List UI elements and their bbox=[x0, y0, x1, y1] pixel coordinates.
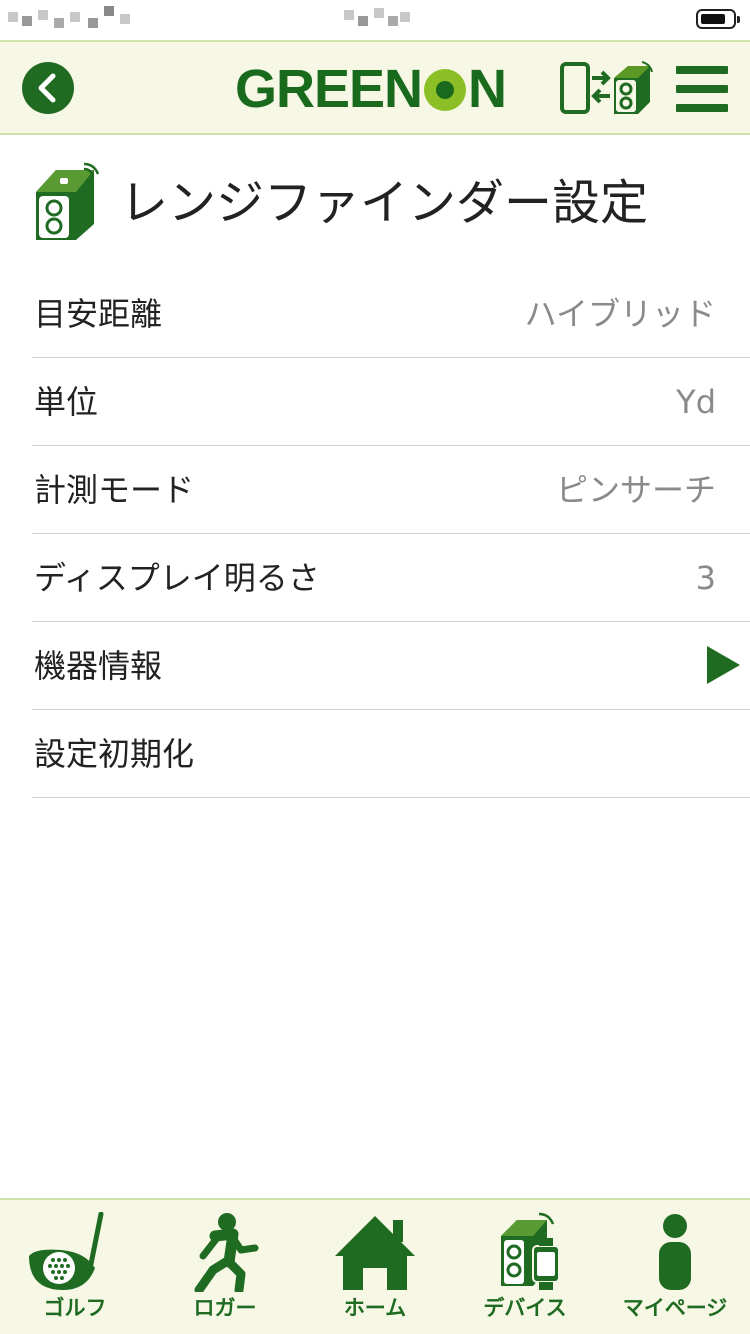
setting-row-unit[interactable]: 単位 Yd bbox=[32, 358, 750, 446]
chevron-left-icon bbox=[38, 73, 56, 103]
tab-mypage[interactable]: マイページ bbox=[600, 1200, 750, 1334]
tab-logger[interactable]: ロガー bbox=[150, 1200, 300, 1334]
setting-label: 計測モード bbox=[34, 471, 195, 509]
carrier-signal-pixelated bbox=[8, 6, 133, 30]
device-sync-button[interactable] bbox=[558, 60, 654, 118]
tab-label: ホーム bbox=[343, 1296, 407, 1320]
setting-label: 目安距離 bbox=[34, 295, 163, 333]
tab-label: マイページ bbox=[622, 1296, 728, 1320]
setting-value: 3 bbox=[695, 559, 716, 597]
golf-club-icon bbox=[29, 1212, 104, 1290]
menu-bar-icon bbox=[676, 104, 728, 112]
setting-value: ピンサーチ bbox=[555, 471, 716, 509]
tab-label: ゴルフ bbox=[43, 1296, 107, 1320]
menu-bar-icon bbox=[676, 66, 728, 74]
tab-home[interactable]: ホーム bbox=[300, 1200, 450, 1334]
setting-row-distance-guide[interactable]: 目安距離 ハイブリッド bbox=[32, 270, 750, 358]
greenon-logo: GREEN N bbox=[235, 60, 507, 118]
nav-bar: GREEN N bbox=[0, 40, 750, 135]
tab-label: デバイス bbox=[483, 1296, 567, 1320]
home-icon bbox=[335, 1216, 415, 1290]
setting-row-device-info[interactable]: 機器情報 bbox=[32, 622, 750, 710]
setting-value: Yd bbox=[676, 383, 716, 421]
tab-bar: ゴルフ ロガー ホーム デバイス マイページ bbox=[0, 1198, 750, 1334]
hamburger-menu-button[interactable] bbox=[676, 66, 728, 112]
page-title: レンジファインダー設定 bbox=[120, 175, 649, 231]
setting-label: 機器情報 bbox=[34, 647, 163, 685]
runner-icon bbox=[194, 1213, 259, 1292]
person-icon bbox=[659, 1214, 691, 1290]
setting-label: ディスプレイ明るさ bbox=[34, 559, 320, 597]
page-header: レンジファインダー設定 bbox=[0, 135, 750, 265]
tab-device[interactable]: デバイス bbox=[450, 1200, 600, 1334]
rangefinder-icon bbox=[36, 162, 100, 240]
menu-bar-icon bbox=[676, 85, 728, 93]
tab-label: ロガー bbox=[193, 1296, 257, 1320]
setting-row-display-brightness[interactable]: ディスプレイ明るさ 3 bbox=[32, 534, 750, 622]
logo-o-ring bbox=[424, 69, 467, 111]
status-bar bbox=[0, 0, 750, 40]
setting-row-measure-mode[interactable]: 計測モード ピンサーチ bbox=[32, 446, 750, 534]
setting-row-factory-reset[interactable]: 設定初期化 bbox=[32, 710, 750, 798]
back-button[interactable] bbox=[22, 62, 74, 114]
setting-label: 設定初期化 bbox=[34, 735, 195, 773]
tab-golf[interactable]: ゴルフ bbox=[0, 1200, 150, 1334]
device-icon bbox=[501, 1212, 560, 1290]
setting-value: ハイブリッド bbox=[524, 295, 716, 333]
battery-icon bbox=[696, 9, 740, 29]
setting-label: 単位 bbox=[34, 383, 99, 421]
phone-rangefinder-sync-icon bbox=[560, 61, 653, 114]
disclosure-arrow-icon bbox=[707, 646, 740, 684]
clock-pixelated bbox=[340, 6, 410, 30]
settings-list: 目安距離 ハイブリッド 単位 Yd 計測モード ピンサーチ ディスプレイ明るさ … bbox=[0, 270, 750, 798]
